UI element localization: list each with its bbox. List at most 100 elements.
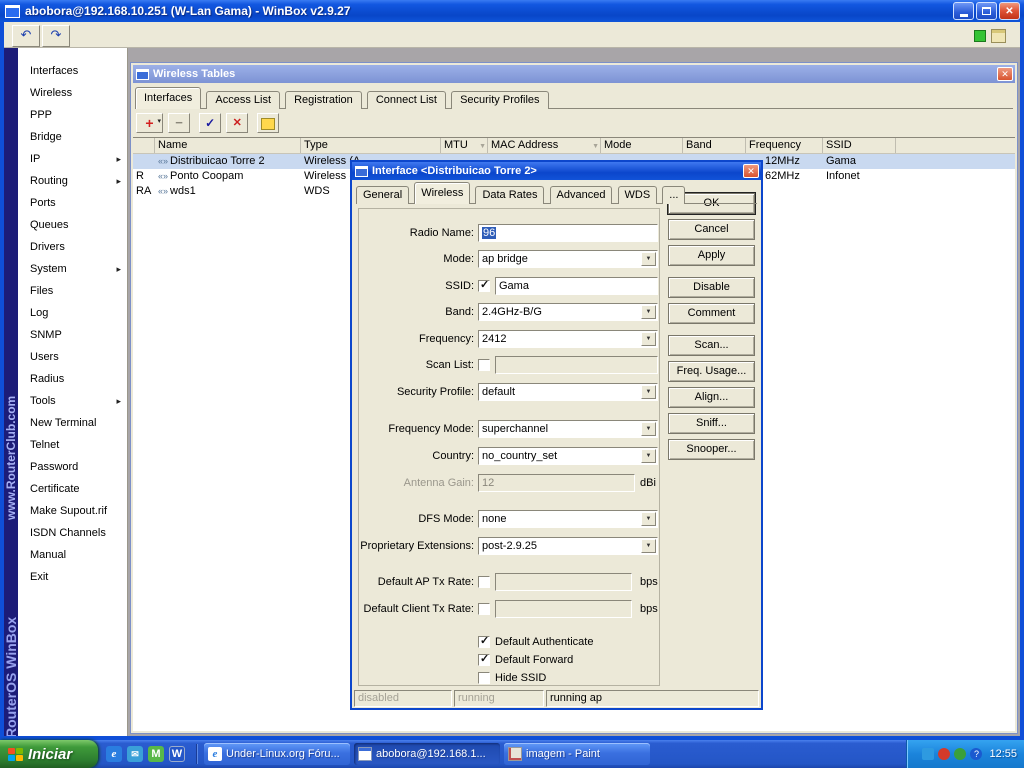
tab-registration[interactable]: Registration [285,91,362,109]
default-authenticate-checkbox[interactable] [478,634,490,648]
mail-icon[interactable]: ✉ [127,746,143,762]
proprietary-extensions-dropdown[interactable]: post-2.9.25 ▼ [478,537,658,555]
sidebar-item-system[interactable]: System ▸ [18,258,127,280]
chevron-down-icon[interactable]: ▼ [641,539,656,553]
tab-connect-list[interactable]: Connect List [366,91,446,109]
comment-button[interactable]: Comment [668,303,755,324]
column-name[interactable]: Name [155,138,301,153]
close-icon[interactable]: ✕ [743,164,759,178]
align-button[interactable]: Align... [668,387,755,408]
scan-button[interactable]: Scan... [668,335,755,356]
sidebar-item-telnet[interactable]: Telnet [18,434,127,456]
undo-button[interactable]: ↶ [12,25,40,47]
column-band[interactable]: Band [683,138,746,153]
wireless-tables-titlebar[interactable]: Wireless Tables ✕ [133,65,1015,83]
close-icon[interactable]: ✕ [997,67,1013,81]
taskbar-window-winbox[interactable]: abobora@192.168.1... [354,743,500,765]
chevron-down-icon[interactable]: ▼ [641,252,656,266]
antivirus-icon[interactable] [938,748,951,760]
default-forward-checkbox[interactable] [478,652,490,666]
scan-list-checkbox[interactable] [478,359,490,371]
sidebar-item-isdn-channels[interactable]: ISDN Channels [18,522,127,544]
sidebar-item-ports[interactable]: Ports [18,192,127,214]
freq-usage-button[interactable]: Freq. Usage... [668,361,755,382]
sidebar-item-routing[interactable]: Routing ▸ [18,170,127,192]
maximize-button[interactable] [976,2,997,20]
sidebar-item-queues[interactable]: Queues [18,214,127,236]
cancel-button[interactable]: Cancel [668,219,755,240]
mode-dropdown[interactable]: ap bridge ▼ [478,250,658,268]
sidebar-item-make-supout[interactable]: Make Supout.rif [18,500,127,522]
table-header[interactable]: Name Type MTU ▼ MAC Address ▼ Mode Band Fr… [133,138,1015,154]
frequency-mode-dropdown[interactable]: superchannel ▼ [478,420,658,438]
tab-general[interactable]: General [356,186,410,204]
tab-advanced[interactable]: Advanced [549,186,613,204]
sidebar-item-users[interactable]: Users [18,346,127,368]
taskbar-window-paint[interactable]: imagem - Paint [504,743,650,765]
sidebar-item-ppp[interactable]: PPP [18,104,127,126]
sidebar-item-exit[interactable]: Exit [18,566,127,588]
tab-data-rates[interactable]: Data Rates [475,186,545,204]
chevron-down-icon[interactable]: ▼ [641,449,656,463]
column-mode[interactable]: Mode [601,138,683,153]
internet-explorer-icon[interactable]: e [106,746,122,762]
sidebar-item-snmp[interactable]: SNMP [18,324,127,346]
tab-interfaces[interactable]: Interfaces [135,87,202,109]
sidebar-item-log[interactable]: Log [18,302,127,324]
column-frequency[interactable]: Frequency [746,138,823,153]
chevron-down-icon[interactable]: ▼ [641,305,656,319]
tab-wireless[interactable]: Wireless [414,182,471,204]
sidebar-item-manual[interactable]: Manual [18,544,127,566]
sidebar-item-ip[interactable]: IP ▸ [18,148,127,170]
chevron-down-icon[interactable]: ▼ [641,512,656,526]
tab-access-list[interactable]: Access List [206,91,281,109]
start-button[interactable]: Iniciar [0,740,98,768]
radio-name-input[interactable]: 96 [478,224,658,242]
sidebar-item-interfaces[interactable]: Interfaces [18,60,127,82]
sidebar-item-new-terminal[interactable]: New Terminal [18,412,127,434]
comment-button[interactable] [257,113,280,133]
column-ssid[interactable]: SSID [823,138,896,153]
messenger-icon[interactable]: M [148,746,164,762]
sidebar-item-radius[interactable]: Radius [18,368,127,390]
chevron-down-icon[interactable]: ▼ [641,385,656,399]
minimize-button[interactable] [953,2,974,20]
status-icon[interactable] [954,748,967,760]
sidebar-item-certificate[interactable]: Certificate [18,478,127,500]
country-dropdown[interactable]: no_country_set ▼ [478,447,658,465]
column-mtu[interactable]: MTU ▼ [441,138,488,153]
sidebar-item-tools[interactable]: Tools ▸ [18,390,127,412]
default-ap-tx-rate-checkbox[interactable] [478,576,490,588]
hide-ssid-checkbox[interactable] [478,672,490,684]
redo-button[interactable]: ↷ [42,25,70,47]
add-button[interactable]: + ▾ [136,113,163,133]
taskbar-window-browser[interactable]: e Under-Linux.org Fóru... [204,743,350,765]
tab-security-profiles[interactable]: Security Profiles [451,91,549,109]
chevron-down-icon[interactable]: ▼ [641,422,656,436]
column-type[interactable]: Type [301,138,441,153]
sidebar-item-wireless[interactable]: Wireless [18,82,127,104]
close-button[interactable]: ✕ [999,2,1020,20]
default-client-tx-rate-checkbox[interactable] [478,603,490,615]
ssid-input[interactable]: Gama [495,277,658,295]
column-mac-address[interactable]: MAC Address ▼ [488,138,601,153]
sniff-button[interactable]: Sniff... [668,413,755,434]
sidebar-item-files[interactable]: Files [18,280,127,302]
apply-button[interactable]: Apply [668,245,755,266]
dfs-mode-dropdown[interactable]: none ▼ [478,510,658,528]
column-flag[interactable] [133,138,155,153]
word-icon[interactable]: W [169,746,185,762]
frequency-dropdown[interactable]: 2412 ▼ [478,330,658,348]
security-profile-dropdown[interactable]: default ▼ [478,383,658,401]
help-icon[interactable]: ? [970,748,983,760]
dialog-titlebar[interactable]: Interface <Distribuicao Torre 2> ✕ [352,162,761,180]
tab-wds[interactable]: WDS [617,186,658,204]
network-icon[interactable] [922,748,935,760]
band-dropdown[interactable]: 2.4GHz-B/G ▼ [478,303,658,321]
disable-button[interactable]: Disable [668,277,755,298]
sidebar-item-drivers[interactable]: Drivers [18,236,127,258]
remove-button[interactable]: − [168,113,191,133]
enable-button[interactable]: ✓ [199,113,222,133]
tab-more[interactable]: ... [662,186,686,204]
ssid-checkbox[interactable] [478,278,490,292]
